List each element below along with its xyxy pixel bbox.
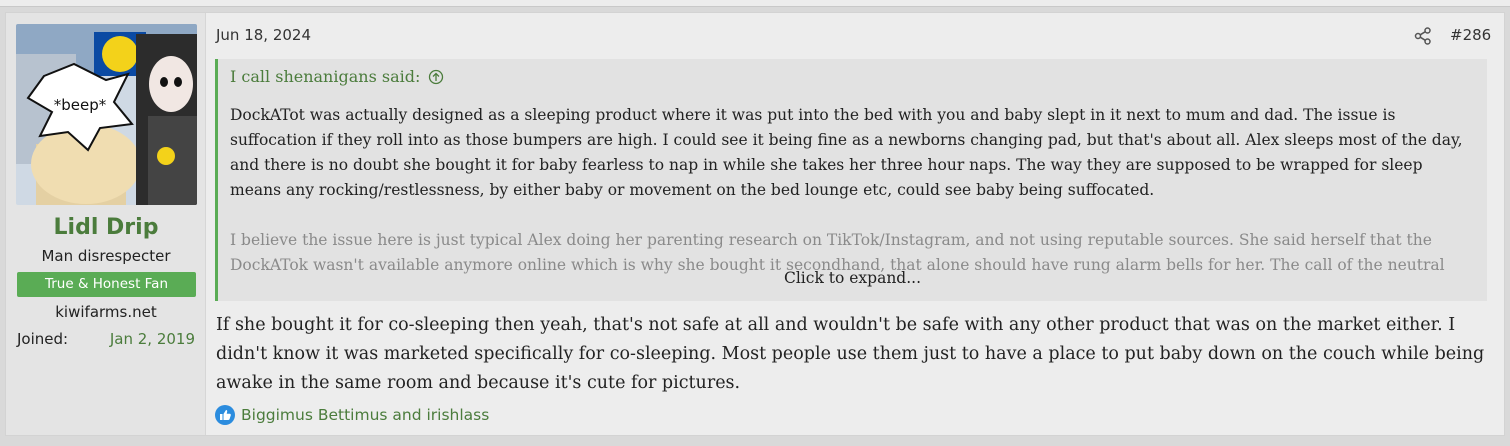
username[interactable]: Lidl Drip — [6, 215, 206, 240]
jump-to-quote-icon[interactable] — [428, 69, 444, 85]
post-message: If she bought it for co-sleeping then ye… — [216, 315, 1485, 393]
user-site: kiwifarms.net — [55, 303, 157, 321]
quote-header[interactable]: I call shenanigans said: — [230, 67, 444, 86]
user-sidebar: *beep* Lidl Drip Man disrespecter True &… — [6, 13, 206, 435]
quote-block: I call shenanigans said: DockATot was ac… — [215, 59, 1487, 301]
like-icon — [215, 405, 235, 425]
joined-date: Jan 2, 2019 — [109, 330, 195, 348]
avatar-caption: *beep* — [54, 96, 107, 114]
user-title: Man disrespecter — [41, 247, 171, 265]
post: *beep* Lidl Drip Man disrespecter True &… — [5, 12, 1505, 436]
quote-paragraph: DockATot was actually designed as a slee… — [230, 106, 1463, 199]
click-to-expand[interactable]: Click to expand... — [218, 269, 1487, 287]
reaction-users[interactable]: Biggimus Bettimus and irishlass — [241, 406, 489, 424]
joined-label: Joined: — [17, 330, 69, 348]
quote-body: DockATot was actually designed as a slee… — [230, 103, 1475, 278]
post-date[interactable]: Jun 18, 2024 — [216, 26, 311, 44]
reactions-bar[interactable]: Biggimus Bettimus and irishlass — [215, 405, 489, 425]
post-number-link[interactable]: #286 — [1450, 26, 1491, 44]
previous-post-edge — [0, 0, 1510, 7]
user-banner: True & Honest Fan — [17, 272, 196, 297]
avatar[interactable]: *beep* — [16, 24, 197, 205]
share-icon[interactable] — [1414, 27, 1432, 45]
quote-author[interactable]: I call shenanigans said: — [230, 67, 420, 86]
